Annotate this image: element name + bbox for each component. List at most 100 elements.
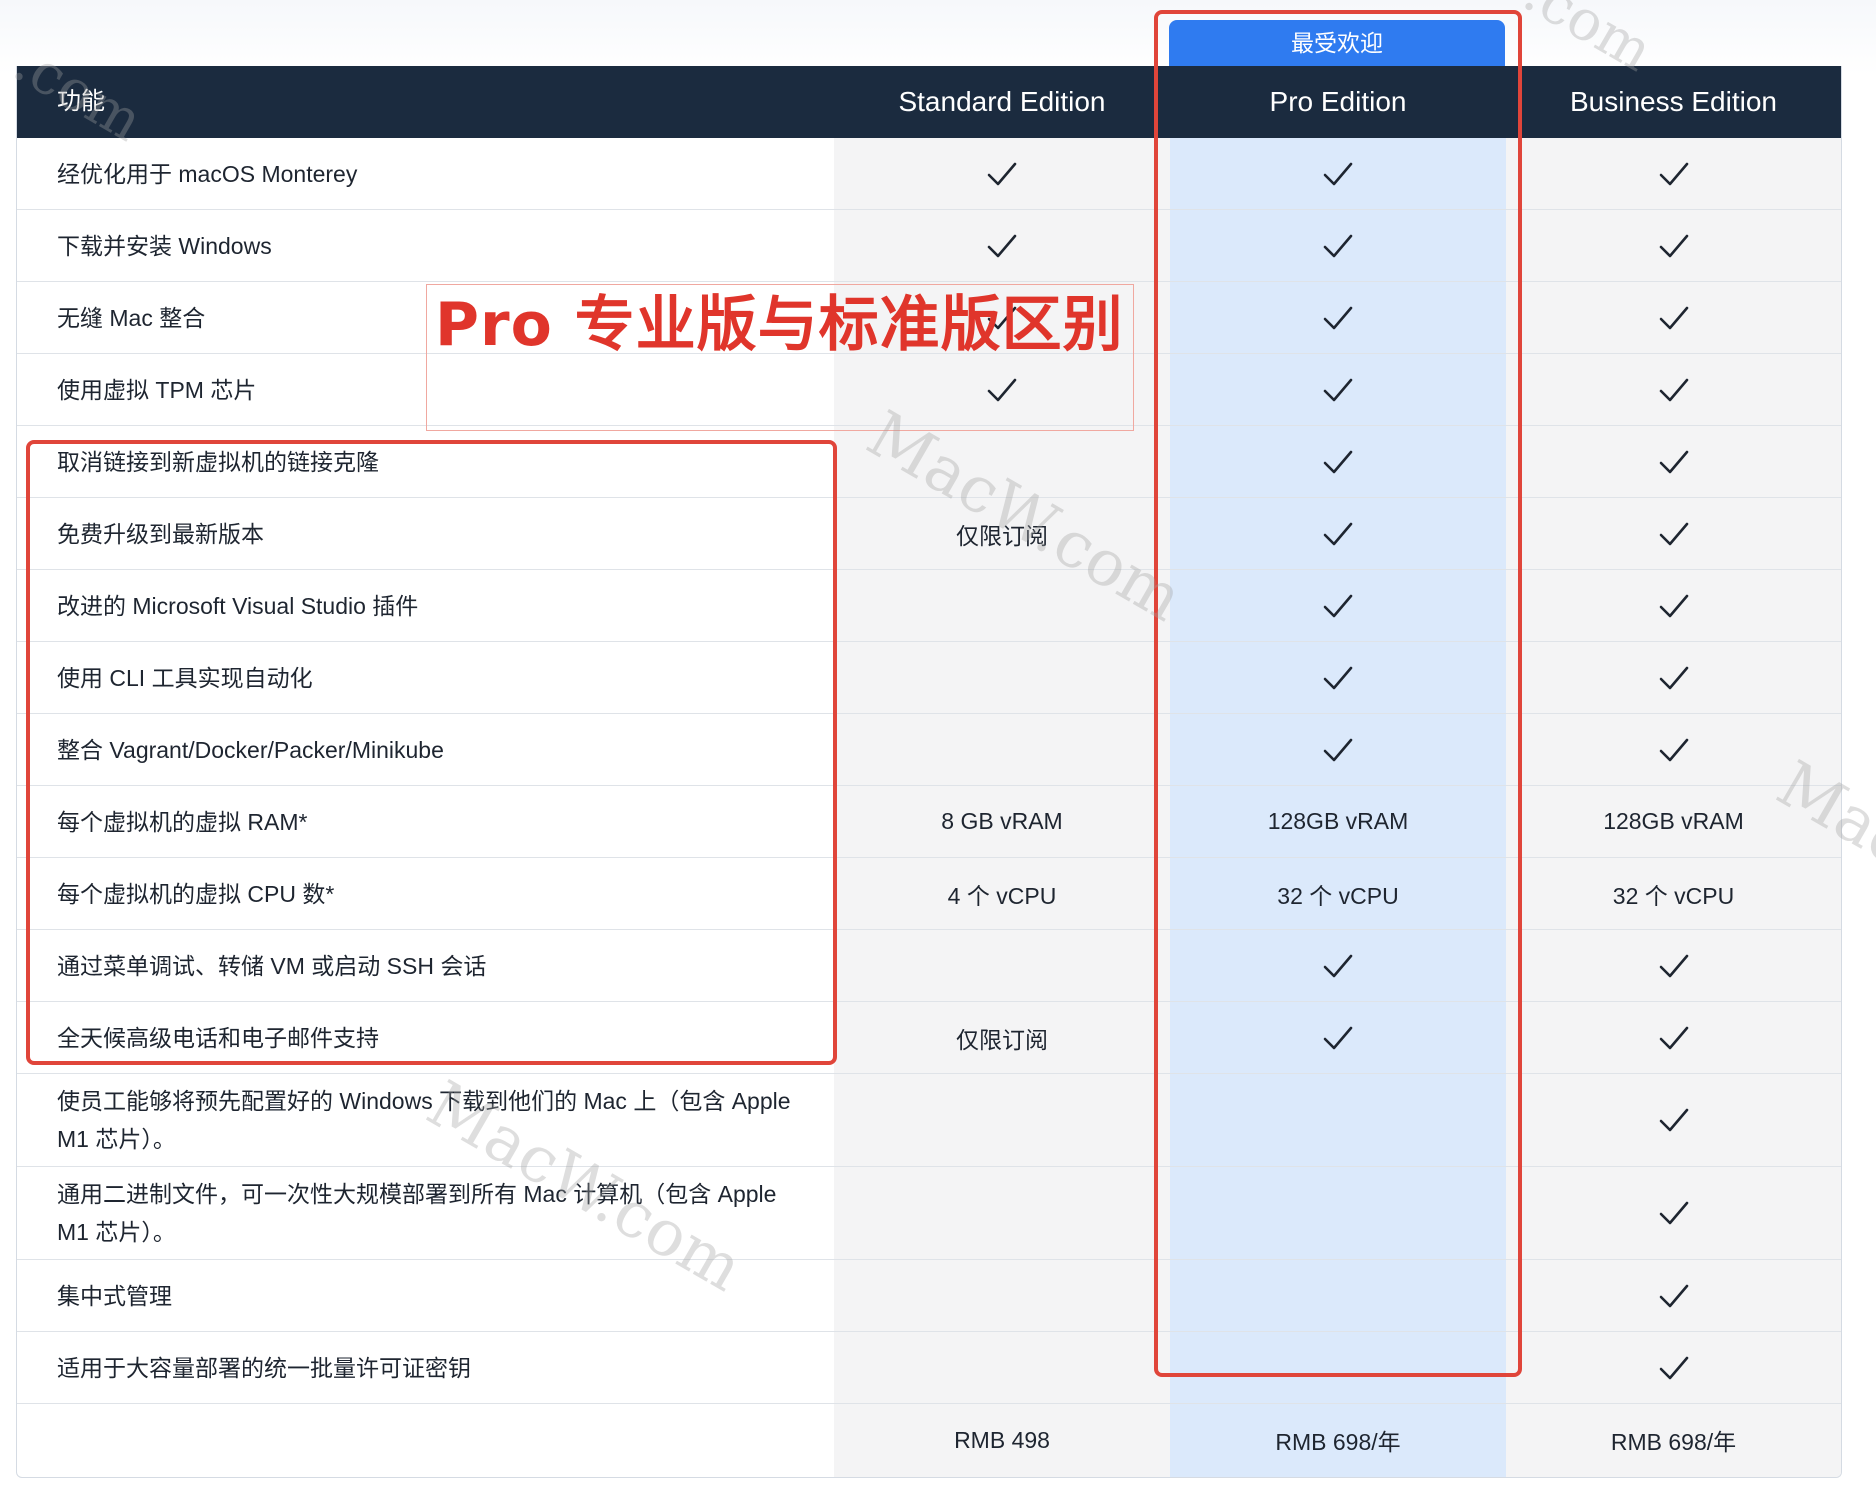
feature-label: 使员工能够将预先配置好的 Windows 下载到他们的 Mac 上（包含 App… bbox=[57, 1088, 791, 1152]
standard-value: 4 个 vCPU bbox=[947, 882, 1057, 909]
check-icon bbox=[1659, 953, 1689, 979]
table-row: 通过菜单调试、转储 VM 或启动 SSH 会话 bbox=[17, 930, 1841, 1002]
feature-label: 改进的 Microsoft Visual Studio 插件 bbox=[57, 592, 419, 619]
check-icon bbox=[1323, 233, 1353, 259]
check-icon bbox=[1323, 521, 1353, 547]
feature-label: 免费升级到最新版本 bbox=[57, 520, 264, 547]
header-feature: 功能 bbox=[57, 88, 105, 115]
standard-value: 8 GB vRAM bbox=[941, 808, 1063, 834]
check-icon bbox=[1323, 665, 1353, 691]
business-check-icon bbox=[1506, 138, 1841, 209]
standard-value bbox=[834, 1260, 1170, 1331]
check-icon bbox=[1323, 449, 1353, 475]
check-icon bbox=[1659, 233, 1689, 259]
pricing-comparison-page: 最受欢迎 功能 Standard Edition Pro Edition Bus… bbox=[0, 0, 1876, 1500]
business-check-icon bbox=[1506, 1332, 1841, 1403]
feature-label: 整合 Vagrant/Docker/Packer/Minikube bbox=[57, 736, 444, 763]
pro-check-icon bbox=[1170, 138, 1506, 209]
check-icon bbox=[987, 233, 1017, 259]
business-value: 128GB vRAM bbox=[1603, 808, 1744, 834]
pro-check-icon bbox=[1170, 1002, 1506, 1073]
standard-value bbox=[834, 1332, 1170, 1403]
feature-label: 经优化用于 macOS Monterey bbox=[57, 160, 358, 187]
standard-price: RMB 498 bbox=[954, 1426, 1050, 1453]
check-icon bbox=[1659, 665, 1689, 691]
standard-value bbox=[834, 642, 1170, 713]
standard-value bbox=[834, 1167, 1170, 1259]
most-popular-badge: 最受欢迎 bbox=[1169, 20, 1505, 66]
table-row: 使用 CLI 工具实现自动化 bbox=[17, 642, 1841, 714]
business-check-icon bbox=[1506, 282, 1841, 353]
table-row: 下载并安装 Windows bbox=[17, 210, 1841, 282]
table-row: 全天候高级电话和电子邮件支持 仅限订阅 bbox=[17, 1002, 1841, 1074]
check-icon bbox=[1659, 1200, 1689, 1226]
pro-check-icon bbox=[1170, 930, 1506, 1001]
business-check-icon bbox=[1506, 1074, 1841, 1166]
table-row: 使员工能够将预先配置好的 Windows 下载到他们的 Mac 上（包含 App… bbox=[17, 1074, 1841, 1167]
pro-value bbox=[1170, 1074, 1506, 1166]
pro-value bbox=[1170, 1167, 1506, 1259]
standard-value bbox=[834, 1074, 1170, 1166]
business-check-icon bbox=[1506, 1260, 1841, 1331]
check-icon bbox=[1659, 161, 1689, 187]
business-check-icon bbox=[1506, 570, 1841, 641]
table-row: 取消链接到新虚拟机的链接克隆 bbox=[17, 426, 1841, 498]
pro-value: 32 个 vCPU bbox=[1277, 882, 1399, 909]
table-row: 每个虚拟机的虚拟 CPU 数* 4 个 vCPU 32 个 vCPU 32 个 vCP… bbox=[17, 858, 1841, 930]
feature-label: 每个虚拟机的虚拟 RAM* bbox=[57, 808, 308, 835]
table-row: 集中式管理 bbox=[17, 1260, 1841, 1332]
price-row: RMB 498 RMB 698/年 RMB 698/年 bbox=[17, 1404, 1841, 1476]
check-icon bbox=[1659, 1355, 1689, 1381]
check-icon bbox=[1659, 593, 1689, 619]
pro-check-icon bbox=[1170, 714, 1506, 785]
feature-label: 下载并安装 Windows bbox=[57, 232, 272, 259]
standard-check-icon bbox=[834, 210, 1170, 281]
header-pro-edition: Pro Edition bbox=[1269, 86, 1407, 117]
business-check-icon bbox=[1506, 714, 1841, 785]
table-row: 免费升级到最新版本 仅限订阅 bbox=[17, 498, 1841, 570]
business-check-icon bbox=[1506, 930, 1841, 1001]
check-icon bbox=[1659, 449, 1689, 475]
pro-value: 128GB vRAM bbox=[1267, 808, 1409, 834]
table-row: 通用二进制文件，可一次性大规模部署到所有 Mac 计算机（包含 Apple M1… bbox=[17, 1167, 1841, 1260]
check-icon bbox=[1659, 737, 1689, 763]
business-check-icon bbox=[1506, 642, 1841, 713]
business-check-icon bbox=[1506, 1167, 1841, 1259]
table-row: 每个虚拟机的虚拟 RAM* 8 GB vRAM 128GB vRAM 128GB vR… bbox=[17, 786, 1841, 858]
table-row: 适用于大容量部署的统一批量许可证密钥 bbox=[17, 1332, 1841, 1404]
header-standard-edition: Standard Edition bbox=[898, 86, 1106, 117]
check-icon bbox=[1323, 593, 1353, 619]
check-icon bbox=[987, 161, 1017, 187]
annotation-callout: Pro 专业版与标准版区别 bbox=[426, 284, 1134, 431]
annotation-text: Pro 专业版与标准版区别 bbox=[435, 290, 1124, 360]
check-icon bbox=[1659, 1283, 1689, 1309]
pro-check-icon bbox=[1170, 210, 1506, 281]
check-icon bbox=[1659, 1107, 1689, 1133]
feature-label: 取消链接到新虚拟机的链接克隆 bbox=[57, 448, 379, 475]
table-row: 经优化用于 macOS Monterey bbox=[17, 138, 1841, 210]
pro-value bbox=[1170, 1332, 1506, 1403]
feature-label: 使用 CLI 工具实现自动化 bbox=[57, 664, 313, 691]
feature-label: 通过菜单调试、转储 VM 或启动 SSH 会话 bbox=[57, 952, 487, 979]
feature-label: 集中式管理 bbox=[57, 1282, 172, 1309]
business-check-icon bbox=[1506, 354, 1841, 425]
edition-comparison-table: 功能 Standard Edition Pro Edition Business… bbox=[16, 66, 1842, 1478]
check-icon bbox=[1323, 1025, 1353, 1051]
business-check-icon bbox=[1506, 1002, 1841, 1073]
check-icon bbox=[1323, 737, 1353, 763]
check-icon bbox=[1323, 377, 1353, 403]
pro-check-icon bbox=[1170, 570, 1506, 641]
standard-value bbox=[834, 570, 1170, 641]
business-check-icon bbox=[1506, 426, 1841, 497]
business-value: 32 个 vCPU bbox=[1612, 882, 1735, 909]
business-price: RMB 698/年 bbox=[1610, 1429, 1737, 1455]
pro-value bbox=[1170, 1260, 1506, 1331]
standard-value bbox=[834, 426, 1170, 497]
feature-label: 全天候高级电话和电子邮件支持 bbox=[57, 1024, 379, 1051]
check-icon bbox=[1659, 521, 1689, 547]
standard-check-icon bbox=[834, 138, 1170, 209]
pro-check-icon bbox=[1170, 642, 1506, 713]
check-icon bbox=[1659, 1025, 1689, 1051]
pro-check-icon bbox=[1170, 354, 1506, 425]
standard-value: 仅限订阅 bbox=[956, 1026, 1048, 1053]
